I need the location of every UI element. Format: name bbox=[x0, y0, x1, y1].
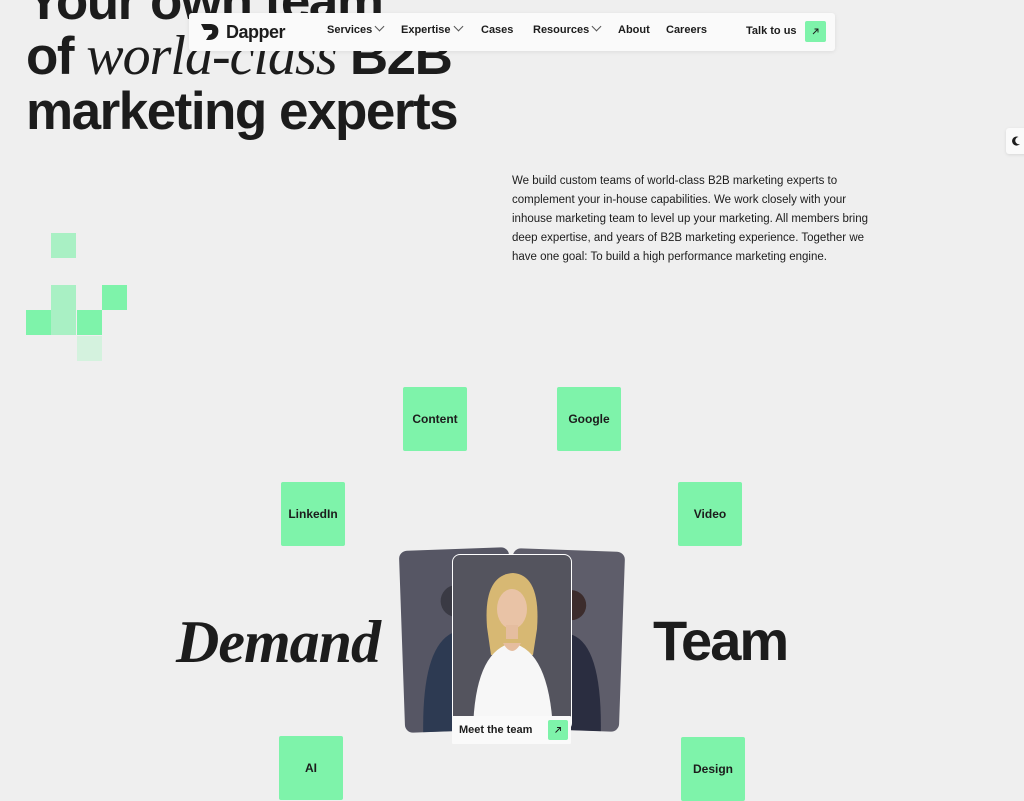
nav-item-careers[interactable]: Careers bbox=[666, 24, 707, 36]
pixel-block bbox=[51, 310, 76, 335]
nav-item-label: Cases bbox=[481, 24, 514, 36]
tag-label: Design bbox=[692, 762, 733, 776]
team-word: Team bbox=[653, 609, 789, 672]
brand-logo[interactable]: Dapper bbox=[200, 21, 286, 43]
top-navbar: Dapper Services Expertise Cases Resource… bbox=[189, 13, 835, 51]
moon-icon bbox=[1012, 136, 1020, 146]
nav-item-label: Services bbox=[327, 24, 373, 36]
meet-the-team-button[interactable]: Meet the team bbox=[452, 716, 571, 744]
tag-content: Content bbox=[403, 387, 467, 451]
nav-item-cases[interactable]: Cases bbox=[481, 24, 513, 36]
pixel-block bbox=[77, 310, 102, 335]
tag-label: AI bbox=[305, 761, 317, 775]
talk-to-us-button[interactable] bbox=[805, 21, 826, 42]
person-portrait-icon bbox=[473, 573, 553, 730]
demand-word: Demand bbox=[176, 609, 381, 675]
chevron-down-icon bbox=[591, 21, 602, 32]
tag-label: Video bbox=[693, 507, 727, 521]
nav-item-label: About bbox=[618, 24, 650, 36]
nav-item-label: Expertise bbox=[401, 24, 451, 36]
hero-line-2-prefix: of bbox=[26, 27, 87, 86]
nav-item-resources[interactable]: Resources bbox=[533, 21, 602, 36]
theme-toggle[interactable] bbox=[1006, 128, 1024, 154]
pixel-block bbox=[26, 310, 51, 335]
tag-label: LinkedIn bbox=[288, 507, 338, 521]
pixel-block bbox=[77, 336, 102, 361]
tag-google: Google bbox=[557, 387, 621, 451]
tag-video: Video bbox=[678, 482, 742, 546]
dapper-logo-icon bbox=[201, 24, 219, 40]
nav-item-label: Careers bbox=[666, 24, 707, 36]
team-photo-featured bbox=[452, 554, 572, 731]
arrow-up-right-icon bbox=[555, 727, 561, 733]
tag-ai: AI bbox=[279, 736, 343, 800]
hero-line-3: marketing experts bbox=[26, 82, 459, 141]
nav-item-about[interactable]: About bbox=[618, 24, 650, 36]
chevron-down-icon bbox=[374, 21, 385, 32]
nav-item-expertise[interactable]: Expertise bbox=[401, 21, 463, 36]
pixel-block bbox=[51, 233, 76, 258]
talk-to-us-link[interactable]: Talk to us bbox=[746, 25, 797, 37]
meet-arrow-button[interactable] bbox=[548, 720, 568, 740]
nav-item-label: Resources bbox=[533, 24, 590, 36]
chevron-down-icon bbox=[453, 21, 463, 32]
brand-name: Dapper bbox=[226, 21, 286, 42]
intro-paragraph: We build custom teams of world-class B2B… bbox=[512, 175, 869, 263]
nav-item-services[interactable]: Services bbox=[327, 21, 385, 36]
tag-design: Design bbox=[681, 737, 745, 801]
tag-label: Content bbox=[412, 412, 458, 426]
pixel-block bbox=[102, 285, 127, 310]
meet-the-team-label: Meet the team bbox=[459, 724, 533, 736]
tag-linkedin: LinkedIn bbox=[281, 482, 345, 546]
tag-label: Google bbox=[568, 412, 610, 426]
arrow-up-right-icon bbox=[812, 28, 819, 35]
pixel-block bbox=[51, 285, 76, 310]
